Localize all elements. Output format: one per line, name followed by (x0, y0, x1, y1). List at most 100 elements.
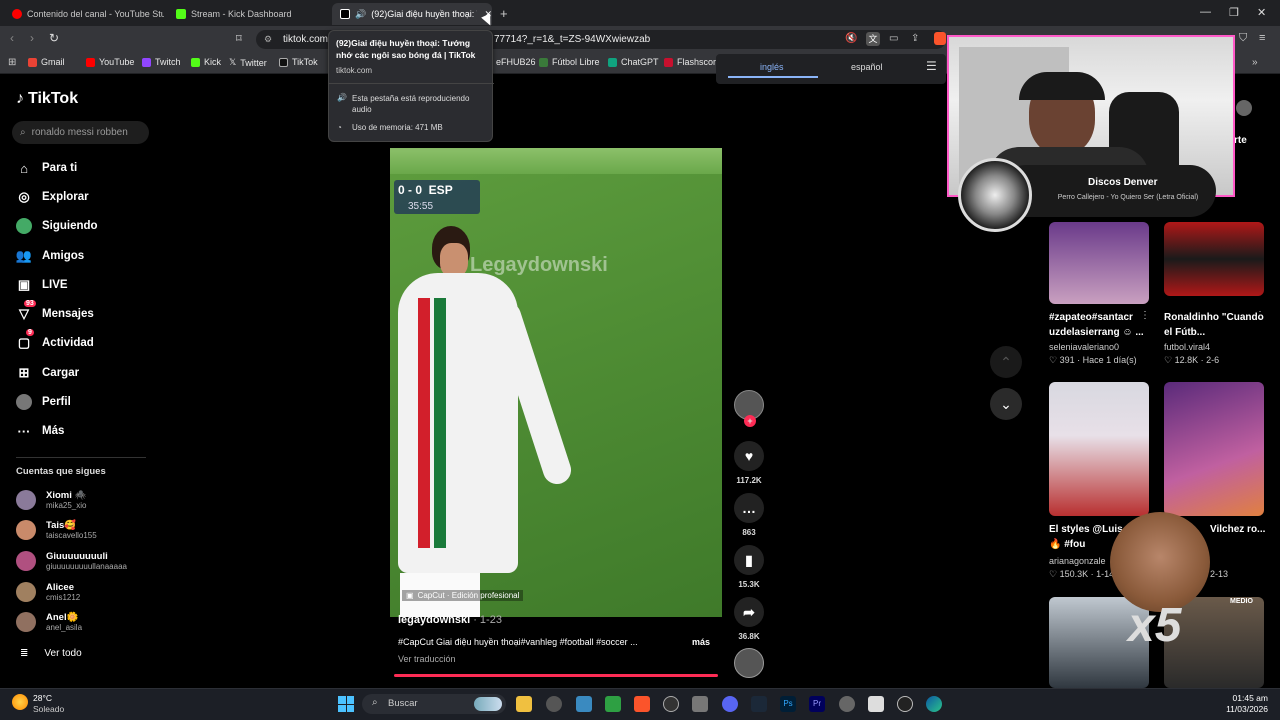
sun-weather-icon[interactable] (12, 694, 28, 710)
brave-browser-icon[interactable] (634, 696, 650, 712)
menu-icon[interactable]: ≡ (1259, 32, 1265, 44)
media-icon[interactable] (897, 696, 913, 712)
bookmark-gmail[interactable]: Gmail (28, 57, 65, 67)
feed-title[interactable]: #zapateo#santacr uzdelasierrang ☺ ... (1049, 310, 1154, 340)
following-item[interactable]: Alicee cmis1212 (16, 582, 80, 602)
windows-start-icon[interactable] (338, 696, 354, 712)
follow-plus-icon[interactable]: + (744, 415, 756, 427)
search-input[interactable]: ⌕ ronaldo messi robben (12, 121, 149, 144)
steam-icon[interactable] (751, 696, 767, 712)
video-author[interactable]: legaydownski · 1-23 (398, 614, 502, 626)
see-all-link[interactable]: ≣ Ver todo (20, 648, 82, 659)
user-avatar[interactable] (1236, 100, 1252, 116)
app-icon[interactable] (605, 696, 621, 712)
brave-shield-icon[interactable] (934, 32, 946, 45)
close-window-icon[interactable]: ✕ (1257, 6, 1266, 19)
bookmark-twitch[interactable]: Twitch (142, 57, 181, 67)
calculator-icon[interactable] (692, 696, 708, 712)
bookmark-flashscore[interactable]: Flashscore (664, 57, 721, 67)
cast-icon[interactable]: ▭ (889, 33, 898, 44)
taskbar-search-box[interactable]: ⌕ Buscar (362, 694, 506, 714)
nav-perfil[interactable]: Perfil (16, 394, 71, 410)
bookmark-efhub[interactable]: eFHUB26 (496, 57, 536, 67)
vpn-shield-icon[interactable]: ⛉ (1239, 32, 1247, 45)
minimize-icon[interactable]: — (1200, 6, 1211, 18)
feed-title[interactable]: Ronaldinho "Cuando el Fútb... (1164, 310, 1269, 340)
video-player[interactable]: 0 - 0 ESP 35:55 Legaydownski ▣ CapCut · … (390, 148, 722, 617)
translate-icon[interactable]: 文 (866, 32, 880, 46)
more-options-icon[interactable]: ⋮ (1140, 310, 1150, 321)
media-player-icon[interactable] (663, 696, 679, 712)
bookmark-futbol-libre[interactable]: Fútbol Libre (539, 57, 600, 67)
weather-temp[interactable]: 28°C (33, 693, 52, 703)
caption-more-link[interactable]: más (692, 637, 710, 647)
tiktok-logo[interactable]: ♪ TikTok (16, 90, 78, 108)
save-button[interactable]: ▮ 15.3K (733, 545, 765, 589)
obs-icon[interactable] (546, 696, 562, 712)
feed-thumbnail[interactable] (1049, 382, 1149, 516)
author-avatar-button[interactable]: + (733, 390, 765, 427)
tab-kick-dashboard[interactable]: Stream - Kick Dashboard (168, 3, 328, 25)
share-button[interactable]: ➦ 36.8K (733, 597, 765, 641)
translate-menu-icon[interactable]: ☰ (926, 59, 937, 73)
maximize-icon[interactable]: ❐ (1229, 6, 1239, 19)
translate-from-lang[interactable]: inglés (760, 62, 784, 72)
capcut-label[interactable]: ▣ CapCut · Edición profesional (402, 590, 524, 601)
translate-to-lang[interactable]: español (851, 62, 883, 72)
forward-icon[interactable]: › (30, 31, 34, 45)
more-options-icon[interactable]: ⋮ (1255, 310, 1265, 321)
prev-video-chevron-up-icon[interactable]: ⌃ (990, 346, 1022, 378)
bookmark-youtube[interactable]: YouTube (86, 57, 134, 67)
more-bookmarks-icon[interactable]: » (1252, 57, 1258, 68)
nav-actividad[interactable]: ▢ 9 Actividad (16, 329, 94, 351)
weather-desc[interactable]: Soleado (33, 704, 64, 714)
nav-para-ti[interactable]: ⌂ Para ti (16, 160, 77, 176)
nav-siguiendo[interactable]: Siguiendo (16, 218, 98, 234)
tab-youtube-studio[interactable]: Contenido del canal - YouTube Studio (4, 3, 164, 25)
comment-button[interactable]: … 863 (733, 493, 765, 537)
file-explorer-icon[interactable] (516, 696, 532, 712)
mute-icon[interactable]: 🔇 (845, 33, 857, 44)
nav-mas[interactable]: ··· Más (16, 423, 65, 439)
bookmark-chatgpt[interactable]: ChatGPT (608, 57, 659, 67)
settings-gear-icon[interactable] (839, 696, 855, 712)
nav-live[interactable]: ▣ LIVE (16, 277, 68, 293)
feed-thumbnail[interactable] (1164, 382, 1264, 516)
tab-tiktok-active[interactable]: 🔊 (92)Giai điệu huyền thoại: Tươ ✕ (332, 3, 492, 25)
following-item[interactable]: Xiomi 🕷️ mika25_xio (16, 490, 86, 510)
url-path[interactable]: 77714?_r=1&_t=ZS-94WXwiewzab (494, 34, 650, 45)
next-video-chevron-down-icon[interactable]: ⌄ (990, 388, 1022, 420)
nav-mensajes[interactable]: ▽ 93 Mensajes (16, 300, 94, 322)
bookmark-tiktok[interactable]: TikTok (279, 57, 318, 67)
bookmark-icon[interactable]: ⌑ (236, 32, 242, 45)
bookmark-twitter[interactable]: 𝕏 Twitter (229, 57, 267, 68)
apps-grid-icon[interactable]: ⊞ (8, 57, 16, 68)
following-item[interactable]: Giuuuuuuuuli giuuuuuuuuullanaaaaa (16, 551, 127, 571)
nav-explorar[interactable]: ◎ Explorar (16, 189, 88, 205)
feed-thumbnail[interactable] (1164, 222, 1264, 296)
following-item[interactable]: Tais🥰 taiscavello155 (16, 520, 97, 540)
edge-icon[interactable] (926, 696, 942, 712)
feed-user[interactable]: seleniavaleriano0 (1049, 342, 1119, 352)
feed-title[interactable]: Vilchez ro... (1210, 522, 1280, 537)
notepad-icon[interactable] (868, 696, 884, 712)
back-icon[interactable]: ‹ (10, 31, 14, 45)
see-translation-link[interactable]: Ver traducción (398, 654, 456, 664)
nav-amigos[interactable]: 👥 Amigos (16, 248, 84, 264)
site-info-icon[interactable]: ⚙ (264, 34, 272, 45)
like-button[interactable]: ♥ 117.2K (733, 441, 765, 485)
bookmark-kick[interactable]: Kick (191, 57, 221, 67)
share-icon[interactable]: ⇪ (911, 33, 919, 44)
reload-icon[interactable]: ↻ (49, 31, 59, 45)
feed-user[interactable]: arianagonzale (1049, 556, 1106, 566)
clock-time[interactable]: 01:45 am (1226, 693, 1268, 703)
following-item[interactable]: Anel🌼 anel_asila (16, 612, 82, 632)
url-domain[interactable]: tiktok.com (283, 34, 328, 45)
photoshop-icon[interactable]: Ps (780, 696, 796, 712)
discord-icon[interactable] (722, 696, 738, 712)
video-progress-bar[interactable] (394, 674, 718, 677)
premiere-icon[interactable]: Pr (809, 696, 825, 712)
app-icon[interactable] (576, 696, 592, 712)
clock-date[interactable]: 11/03/2026 (1218, 704, 1268, 714)
music-disc-icon[interactable] (734, 648, 764, 678)
